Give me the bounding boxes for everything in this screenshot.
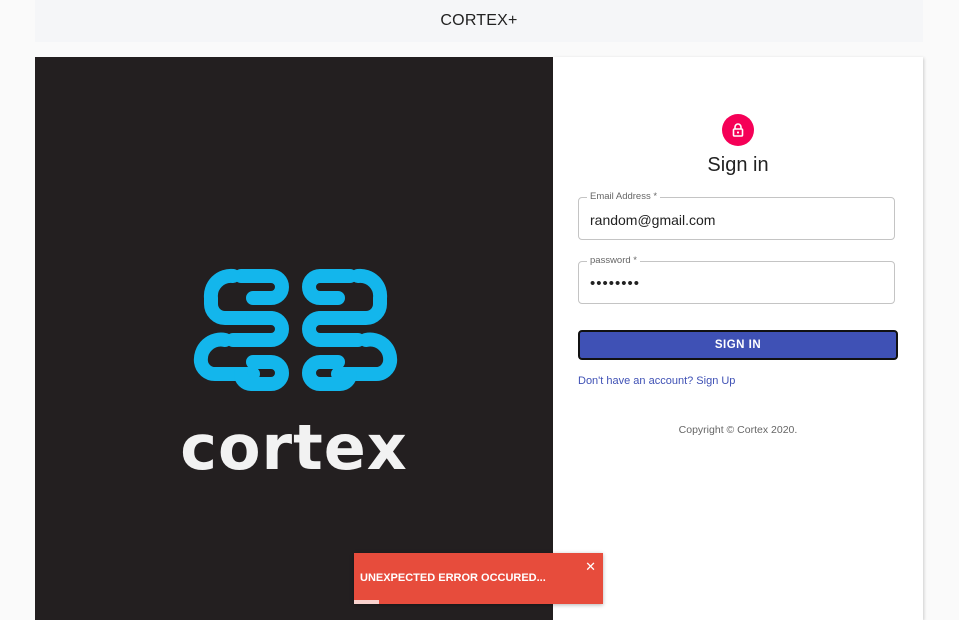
lock-avatar bbox=[722, 114, 754, 146]
error-toast: UNEXPECTED ERROR OCCURED... ✕ bbox=[354, 553, 603, 604]
signin-panel: Sign in Email Address * password * •••••… bbox=[553, 57, 923, 620]
password-field[interactable]: password * •••••••• bbox=[578, 255, 895, 304]
signin-button[interactable]: SIGN IN bbox=[578, 330, 898, 360]
email-input[interactable] bbox=[590, 212, 880, 228]
app-title: CORTEX+ bbox=[440, 12, 518, 29]
page-title: Sign in bbox=[707, 154, 769, 176]
email-label: Email Address * bbox=[587, 191, 661, 203]
lock-icon bbox=[732, 123, 744, 137]
signup-link[interactable]: Don't have an account? Sign Up bbox=[578, 375, 735, 387]
email-field[interactable]: Email Address * bbox=[578, 191, 895, 240]
close-icon[interactable]: ✕ bbox=[585, 560, 596, 573]
toast-message: UNEXPECTED ERROR OCCURED... bbox=[360, 572, 546, 584]
copyright-text: Copyright © Cortex 2020. bbox=[678, 424, 798, 436]
app-header: CORTEX+ bbox=[35, 0, 923, 42]
toast-progress-bar bbox=[354, 600, 379, 604]
password-label: password * bbox=[587, 255, 640, 267]
brand-panel: cortex bbox=[35, 57, 553, 620]
password-input[interactable]: •••••••• bbox=[590, 276, 880, 292]
brand-wordmark: cortex bbox=[180, 411, 408, 484]
brain-icon bbox=[193, 268, 398, 391]
